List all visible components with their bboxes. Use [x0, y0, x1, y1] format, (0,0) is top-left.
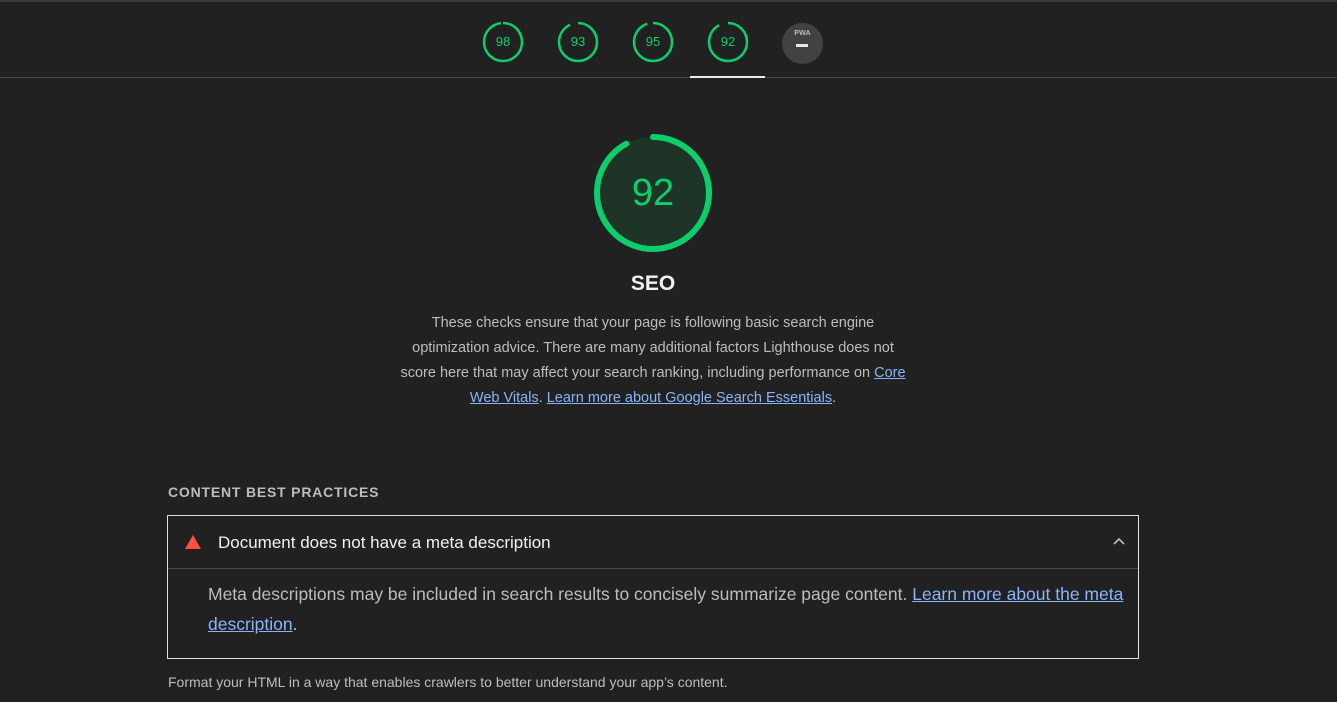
description-separator: .	[538, 390, 547, 406]
nav-pwa-badge[interactable]: PWA	[782, 23, 823, 64]
fail-triangle-icon	[185, 535, 201, 549]
category-score-gauge: 92	[592, 132, 714, 254]
nav-gauge-performance[interactable]: 98	[481, 20, 525, 64]
category-score: 92	[631, 172, 675, 214]
nav-score: 92	[720, 34, 736, 49]
nav-score: 98	[495, 34, 511, 49]
audit-description-text: Meta descriptions may be included in sea…	[208, 584, 913, 604]
audit-title: Document does not have a meta descriptio…	[218, 533, 551, 552]
nav-gauge-best-practices[interactable]: 95	[631, 20, 675, 64]
description-end: .	[832, 390, 837, 406]
nav-score: 93	[570, 34, 586, 49]
audit-description-end: .	[292, 614, 298, 634]
group-description: Format your HTML in a way that enables c…	[168, 674, 728, 690]
group-title: CONTENT BEST PRACTICES	[168, 484, 380, 500]
pwa-dash-icon	[796, 44, 808, 47]
active-tab-indicator	[690, 76, 765, 78]
category-title: SEO	[630, 272, 676, 295]
nav-gauge-seo[interactable]: 92	[706, 20, 750, 64]
category-description-text: These checks ensure that your page is fo…	[400, 315, 894, 381]
nav-gauge-accessibility[interactable]: 93	[556, 20, 600, 64]
nav-score: 95	[645, 34, 661, 49]
search-essentials-link[interactable]: Learn more about Google Search Essential…	[547, 390, 832, 406]
category-description: These checks ensure that your page is fo…	[398, 311, 908, 411]
audit-description: Meta descriptions may be included in sea…	[208, 579, 1133, 639]
audit-header[interactable]: Document does not have a meta descriptio…	[168, 516, 1138, 569]
category-nav: 98 93 95 92 PWA	[0, 2, 1337, 78]
chevron-up-icon[interactable]	[1113, 537, 1125, 545]
audit-meta-description: Document does not have a meta descriptio…	[167, 515, 1139, 659]
pwa-label: PWA	[794, 30, 811, 37]
